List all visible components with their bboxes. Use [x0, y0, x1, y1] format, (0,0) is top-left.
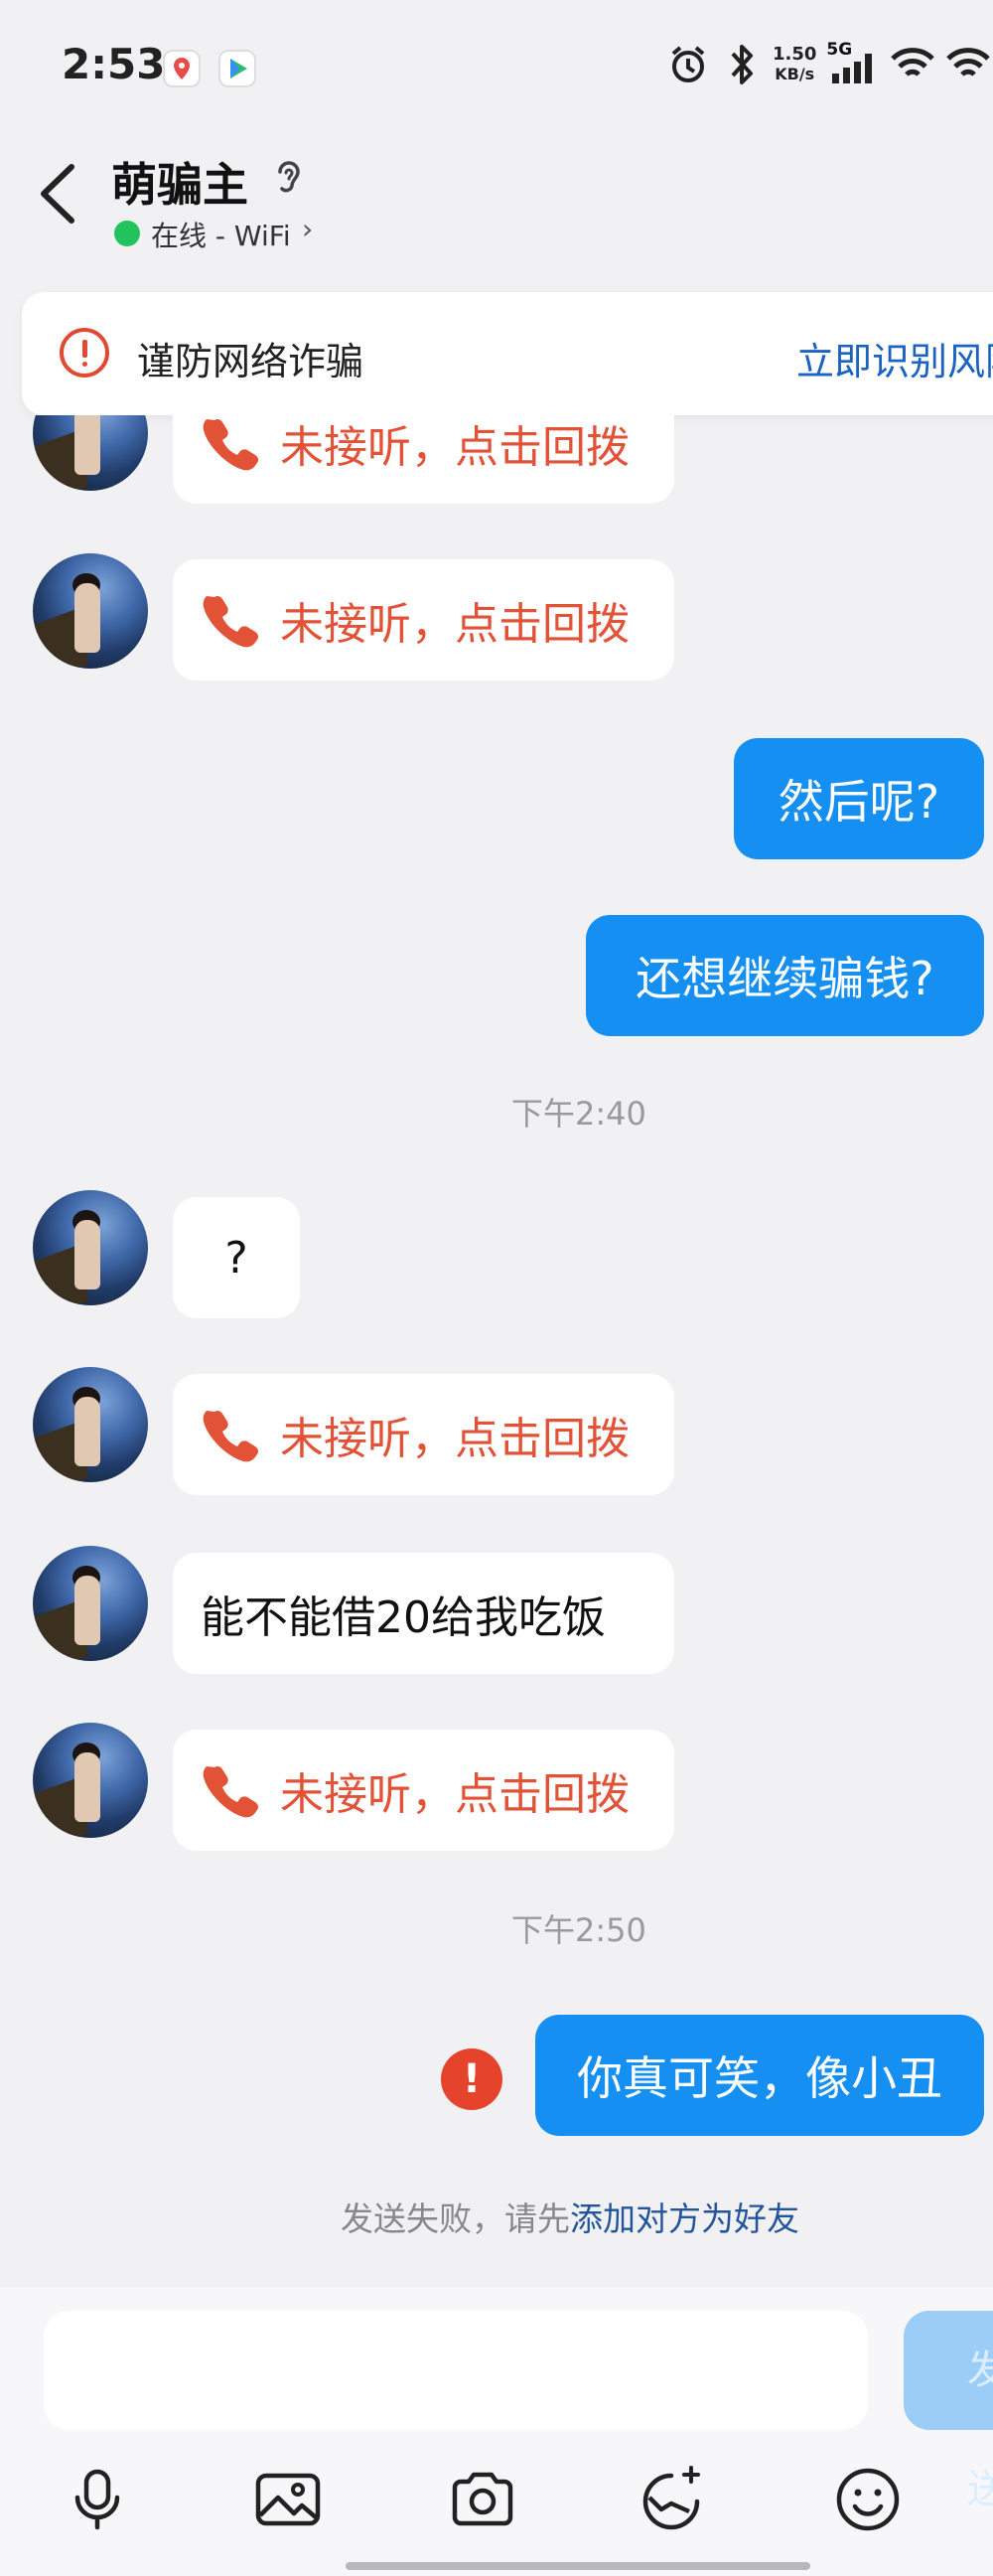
alarm-icon — [671, 46, 705, 82]
signal-icon: 5G — [826, 40, 878, 87]
status-time: 2:53 — [62, 40, 166, 88]
warning-icon — [60, 328, 109, 378]
send-failed-icon[interactable]: ! — [441, 2048, 502, 2110]
home-indicator[interactable] — [346, 2562, 810, 2570]
sticker-icon[interactable] — [634, 2462, 709, 2537]
missed-call-text: 未接听，点击回拨 — [280, 599, 630, 650]
outgoing-message[interactable]: 你真可笑，像小丑 — [535, 2015, 984, 2136]
image-icon[interactable] — [250, 2462, 326, 2537]
net-speed-value: 1.50 — [773, 44, 817, 65]
contact-avatar[interactable] — [33, 1546, 148, 1661]
send-failed-notice: 发送失败，请先添加对方为好友 — [341, 2193, 799, 2240]
missed-call-bubble[interactable]: 未接听，点击回拨 — [173, 1374, 674, 1495]
phone-icon — [203, 418, 258, 471]
incoming-message[interactable]: 能不能借20给我吃饭 — [173, 1553, 674, 1674]
missed-call-text: 未接听，点击回拨 — [280, 422, 630, 473]
notification-app-icon — [163, 50, 201, 87]
incoming-message[interactable]: ? — [173, 1197, 300, 1318]
fraud-warning-text: 谨防网络诈骗 — [137, 340, 364, 383]
status-icons: 1.50 KB/s 5G — [667, 40, 993, 87]
send-button[interactable]: 发送 — [904, 2311, 993, 2512]
phone-icon — [203, 1765, 258, 1818]
missed-call-bubble[interactable]: 未接听，点击回拨 — [173, 559, 674, 681]
online-status-icon — [114, 221, 140, 246]
microphone-icon[interactable] — [60, 2462, 135, 2537]
add-friend-link[interactable]: 添加对方为好友 — [570, 2199, 799, 2238]
missed-call-text: 未接听，点击回拨 — [280, 1769, 630, 1820]
emoji-icon[interactable] — [830, 2462, 906, 2537]
net-speed: 1.50 KB/s — [773, 45, 816, 84]
wifi-icon-2 — [946, 48, 991, 76]
missed-call-bubble[interactable]: 未接听，点击回拨 — [173, 1730, 674, 1851]
contact-avatar[interactable] — [33, 1367, 148, 1482]
notification-play-icon — [218, 50, 256, 87]
message-input[interactable] — [44, 2311, 868, 2430]
online-status[interactable]: 在线 - WiFi — [151, 215, 291, 254]
contact-avatar[interactable] — [33, 1723, 148, 1838]
timestamp: 下午2:50 — [511, 1911, 646, 1949]
contact-name[interactable]: 萌骗主 — [111, 149, 248, 215]
net-speed-unit: KB/s — [775, 65, 815, 83]
contact-avatar[interactable] — [33, 1190, 148, 1305]
outgoing-message[interactable]: 然后呢? — [734, 738, 984, 859]
bluetooth-icon — [731, 45, 753, 84]
outgoing-message[interactable]: 还想继续骗钱? — [586, 915, 984, 1036]
send-failed-text: 发送失败，请先 — [341, 2199, 570, 2238]
ear-icon[interactable] — [268, 154, 308, 202]
identify-risk-link[interactable]: 立即识别风险 — [796, 331, 993, 385]
missed-call-text: 未接听，点击回拨 — [280, 1414, 630, 1464]
camera-icon[interactable] — [445, 2462, 520, 2537]
wifi-icon-1 — [891, 48, 935, 76]
chevron-right-icon[interactable]: › — [302, 213, 313, 245]
timestamp: 下午2:40 — [511, 1095, 646, 1133]
phone-icon — [203, 595, 258, 648]
phone-icon — [203, 1410, 258, 1462]
back-icon[interactable] — [30, 159, 89, 228]
contact-avatar[interactable] — [33, 553, 148, 669]
